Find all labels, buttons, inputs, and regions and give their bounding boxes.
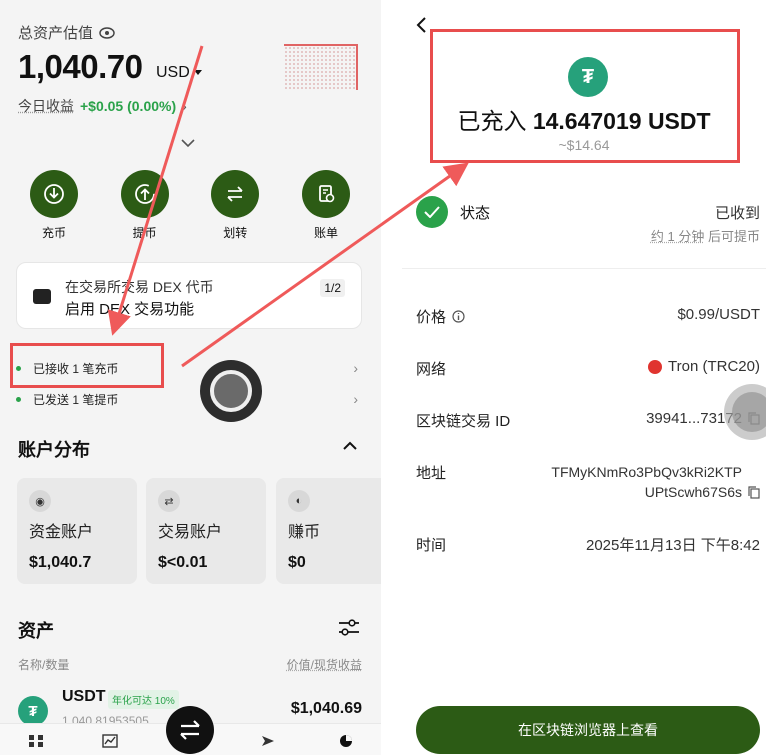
account-name: 资金账户: [29, 524, 94, 541]
eye-icon[interactable]: [99, 26, 115, 39]
copy-icon[interactable]: [748, 485, 760, 499]
account-card-earn[interactable]: ◐ 赚币 $0: [276, 478, 381, 584]
usdt-coin-icon: ₮: [18, 696, 48, 726]
status-label: 状态: [460, 205, 491, 222]
fund-icon: ◉: [29, 490, 51, 512]
asset-value: $1,040.69: [290, 700, 362, 717]
asset-symbol[interactable]: USDT: [62, 688, 106, 706]
earn-icon: ◐: [288, 490, 310, 512]
info-icon[interactable]: [452, 310, 465, 323]
network-label: 网络: [416, 361, 447, 378]
deposit-label: 充币: [41, 226, 66, 240]
filter-sliders-icon[interactable]: [338, 618, 360, 638]
transfer-button[interactable]: 划转: [195, 170, 275, 241]
collapse-chevron-up-icon[interactable]: [342, 438, 358, 454]
withdraw-button[interactable]: 提币: [105, 170, 185, 241]
withdraw-eta-rest: 后可提币: [704, 229, 760, 244]
account-card-fund[interactable]: ◉ 资金账户 $1,040.7: [17, 478, 137, 584]
dropdown-caret-icon: [193, 70, 202, 75]
transfer-label: 划转: [223, 226, 248, 240]
account-name: 赚币: [288, 524, 321, 541]
back-arrow-icon[interactable]: [414, 16, 428, 34]
account-value: $1,040.7: [29, 554, 92, 571]
chevron-down-icon[interactable]: [181, 136, 195, 150]
check-icon: [416, 196, 448, 228]
home-grid-icon[interactable]: [28, 734, 44, 748]
asset-sparkline: [284, 44, 358, 90]
assets-title: 资产: [18, 621, 54, 641]
bill-button[interactable]: 账单: [286, 170, 366, 241]
price-row-label: 价格: [416, 306, 465, 327]
wallet-overview-screen: 总资产估值 1,040.70 USD 今日收益 +$0.05 (0.00%) ›…: [0, 0, 381, 755]
dex-promo-pager: 1/2: [320, 279, 345, 297]
account-value: $0: [288, 554, 306, 571]
distribution-title: 账户分布: [18, 440, 90, 460]
price-label: 价格: [416, 309, 447, 326]
panel-gap: [381, 0, 402, 755]
chevron-right-icon: ›: [182, 98, 187, 114]
bill-label: 账单: [313, 226, 338, 240]
apy-badge: 年化可达 10%: [108, 690, 179, 709]
tron-icon: [648, 359, 663, 374]
wallet-icon: [33, 289, 51, 304]
dex-promo-line1: 在交易所交易 DEX 代币: [65, 279, 214, 295]
view-on-explorer-button[interactable]: 在区块链浏览器上查看: [416, 706, 760, 754]
quick-actions: 充币 提币 划转 账单: [14, 170, 366, 241]
txid-label: 区块链交易 ID: [416, 413, 511, 430]
withdraw-eta: 约 1 分钟 后可提币: [651, 226, 760, 245]
transfer-icon: [211, 170, 260, 218]
withdraw-icon: [120, 170, 169, 218]
total-assets-label-text: 总资产估值: [18, 25, 94, 42]
address-line2: UPtScwh67S6s: [644, 484, 742, 500]
trade-icon: ⇄: [158, 490, 180, 512]
deposit-icon: [30, 170, 78, 218]
touch-indicator: [724, 384, 766, 440]
today-pnl-value: +$0.05 (0.00%): [80, 98, 177, 114]
price-value: $0.99/USDT: [677, 306, 760, 323]
address-line1: TFMyKNmRo3PbQv3kRi2KTP: [551, 464, 742, 480]
total-assets-value: 1,040.70: [18, 48, 143, 85]
deposit-detail-screen: ₮ 已充入 14.647019 USDT ~$14.64 状态 已收到 约 1 …: [402, 0, 766, 755]
currency-label: USD: [156, 64, 190, 81]
network-row-value: Tron (TRC20): [648, 358, 760, 375]
annotation-highlight-box: [10, 343, 164, 388]
deposit-button[interactable]: 充币: [14, 170, 94, 241]
chevron-right-icon: ›: [353, 391, 358, 407]
annotation-highlight-box: [430, 29, 740, 163]
column-name-qty: 名称/数量: [18, 658, 70, 672]
chevron-right-icon: ›: [353, 360, 358, 376]
bill-icon: [301, 170, 350, 218]
column-value-pnl[interactable]: 价值/现货收益: [287, 656, 362, 673]
swap-arrows-icon: [180, 720, 200, 740]
notice-text: 已发送 1 笔提币: [33, 392, 119, 407]
withdraw-label: 提币: [132, 226, 157, 240]
time-label: 时间: [416, 537, 447, 554]
notice-withdraw-sent[interactable]: 已发送 1 笔提币 ›: [16, 388, 362, 410]
account-value: $<0.01: [158, 554, 208, 571]
currency-selector[interactable]: USD: [156, 64, 202, 82]
dex-promo-line2: 启用 DEX 交易功能: [65, 301, 195, 318]
address-label: 地址: [416, 465, 447, 482]
divider: [402, 268, 766, 269]
today-pnl[interactable]: 今日收益 +$0.05 (0.00%) ›: [18, 96, 187, 116]
address-value: TFMyKNmRo3PbQv3kRi2KTP UPtScwh67S6s: [551, 462, 760, 502]
assets-pie-icon[interactable]: [338, 734, 354, 748]
touch-indicator: [200, 360, 262, 422]
discover-compass-icon[interactable]: [260, 734, 276, 748]
network-value: Tron (TRC20): [668, 358, 760, 375]
account-card-trade[interactable]: ⇄ 交易账户 $<0.01: [146, 478, 266, 584]
status-value: 已收到: [714, 205, 760, 222]
today-pnl-label: 今日收益: [18, 98, 74, 114]
time-value: 2025年11月13日 下午8:42: [586, 537, 760, 554]
withdraw-eta-time: 约 1 分钟: [650, 229, 705, 244]
market-chart-icon[interactable]: [102, 734, 118, 748]
trade-fab-button[interactable]: [166, 706, 214, 754]
total-assets-label: 总资产估值: [18, 22, 115, 43]
account-name: 交易账户: [158, 524, 223, 541]
status-dot: [16, 396, 21, 402]
dex-promo-card[interactable]: 在交易所交易 DEX 代币 启用 DEX 交易功能 1/2: [16, 262, 362, 329]
